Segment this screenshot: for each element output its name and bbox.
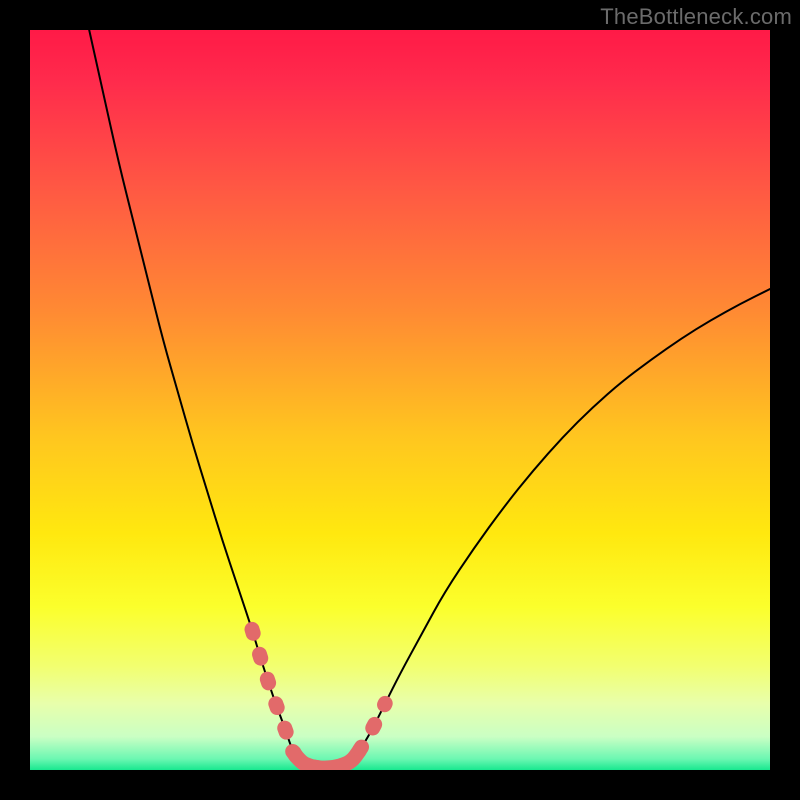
plot-area (30, 30, 770, 770)
curve-layer (30, 30, 770, 770)
bottleneck-curve (89, 30, 770, 768)
chart-stage: TheBottleneck.com (0, 0, 800, 800)
watermark-text: TheBottleneck.com (600, 4, 792, 30)
valley-highlight (252, 629, 385, 768)
